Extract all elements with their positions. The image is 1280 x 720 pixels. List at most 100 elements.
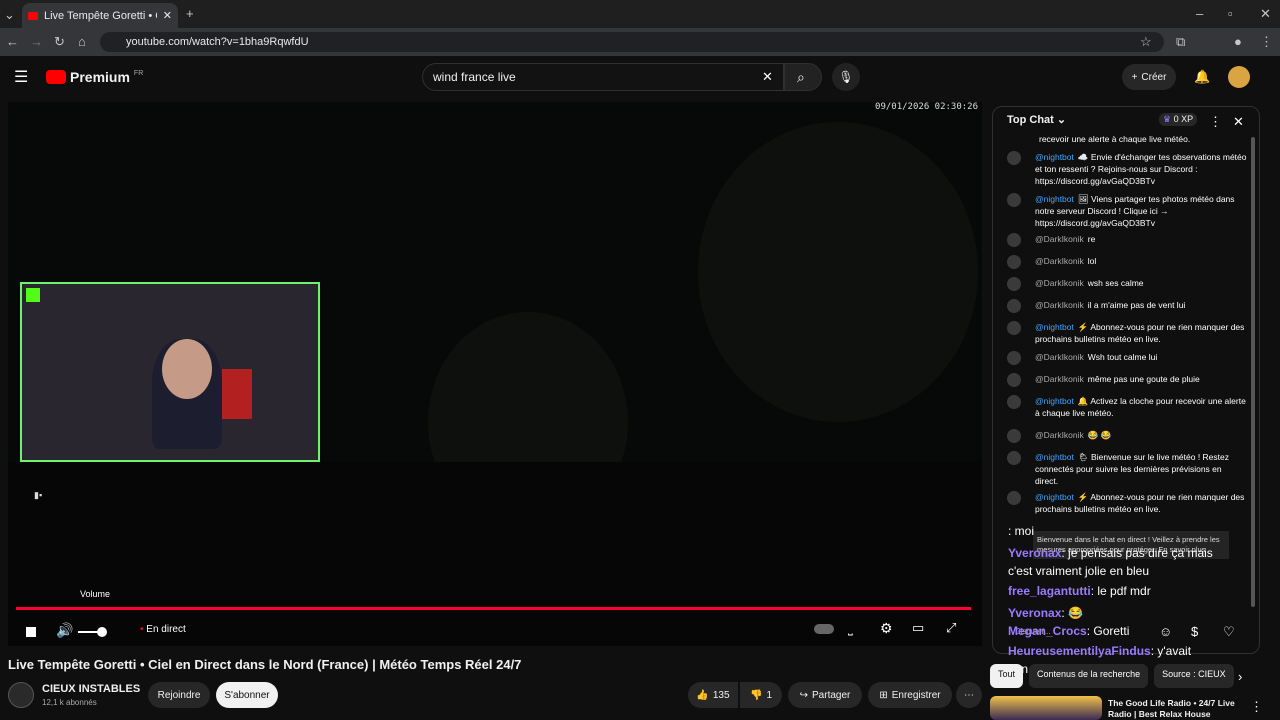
dislike-button[interactable]: 👎 1 <box>740 682 782 708</box>
like-count: 135 <box>712 689 730 701</box>
chat-message-body: recevoir une alerte à chaque live météo. <box>1035 133 1247 145</box>
stop-icon[interactable] <box>26 627 36 637</box>
tab-list-icon[interactable]: ⌄ <box>4 8 15 21</box>
user-avatar[interactable] <box>1007 351 1021 365</box>
create-label: Créer <box>1141 71 1167 83</box>
video-player[interactable]: 09/01/2026 02:30:26 ▮▪ Volume 🔊 • En dir… <box>8 102 982 646</box>
chat-message-body: @DarkIkonik lol <box>1035 255 1247 267</box>
more-actions-button[interactable]: ⋯ <box>956 682 982 708</box>
autoplay-toggle[interactable] <box>814 624 834 634</box>
overlay-author: Megan_Crocs <box>1008 624 1087 638</box>
save-button[interactable]: ⊞ Enregistrer <box>868 682 952 708</box>
avatar[interactable] <box>1228 66 1250 88</box>
chat-author[interactable]: @nightbot <box>1035 452 1074 462</box>
clear-search-icon[interactable]: ✕ <box>762 70 773 83</box>
reload-icon[interactable]: ↻ <box>54 35 65 48</box>
search-button[interactable]: ⌕ <box>784 63 822 91</box>
forward-icon[interactable]: → <box>30 35 43 48</box>
home-icon[interactable]: ⌂ <box>78 35 86 48</box>
notifications-bell-icon[interactable]: 🔔 <box>1194 70 1210 83</box>
chat-author[interactable]: @DarkIkonik <box>1035 352 1084 362</box>
volume-knob[interactable] <box>97 627 107 637</box>
chat-author[interactable]: @DarkIkonik <box>1035 300 1084 310</box>
user-avatar[interactable] <box>1007 255 1021 269</box>
theater-mode-icon[interactable]: ▭ <box>912 620 924 636</box>
extensions-icon[interactable]: ⧉ <box>1176 35 1185 48</box>
chips-next-icon[interactable]: › <box>1238 670 1242 683</box>
chat-message: @DarkIkonik re <box>1007 233 1247 247</box>
user-avatar[interactable] <box>1007 299 1021 313</box>
chat-options-icon[interactable]: ⋮ <box>1209 115 1222 128</box>
close-chat-icon[interactable]: ✕ <box>1233 115 1244 128</box>
chat-author[interactable]: @nightbot <box>1035 152 1074 162</box>
close-window-icon[interactable]: ✕ <box>1260 7 1271 20</box>
user-avatar[interactable] <box>1007 429 1021 443</box>
fullscreen-icon[interactable]: ⤢ <box>946 620 956 636</box>
xp-badge[interactable]: ♛ 0 XP <box>1159 113 1198 126</box>
browser-tab[interactable]: Live Tempête Goretti • Ciel en D ✕ <box>22 3 178 28</box>
chat-author[interactable]: @DarkIkonik <box>1035 430 1084 440</box>
youtube-logo[interactable]: Premium FR <box>46 69 143 85</box>
chat-mode-selector[interactable]: Top Chat ⌄ <box>1007 113 1066 126</box>
chat-text: recevoir une alerte à chaque live météo. <box>1039 134 1191 144</box>
user-avatar[interactable] <box>1007 233 1021 247</box>
live-indicator[interactable]: • En direct <box>140 624 186 635</box>
channel-name[interactable]: CIEUX INSTABLES <box>42 683 140 695</box>
back-icon[interactable]: ← <box>6 35 19 48</box>
filter-chip[interactable]: Source : CIEUX <box>1154 664 1234 688</box>
profile-icon[interactable]: ● <box>1234 35 1242 48</box>
subtitles-icon[interactable]: ⎵ <box>848 622 853 637</box>
chat-text: Wsh tout calme lui <box>1087 352 1158 362</box>
overlay-chat-line: free_lagantutti: le pdf mdr <box>1008 584 1151 598</box>
close-tab-icon[interactable]: ✕ <box>163 9 172 22</box>
bot-avatar[interactable] <box>1007 395 1021 409</box>
bot-avatar[interactable] <box>1007 451 1021 465</box>
chat-author[interactable]: @nightbot <box>1035 396 1074 406</box>
channel-avatar[interactable] <box>8 682 34 708</box>
chat-text: 😂 😂 <box>1087 430 1112 440</box>
chat-message-body: @DarkIkonik même pas une goute de pluie <box>1035 373 1247 385</box>
chat-message: @nightbot ☁️ Envie d'échanger tes observa… <box>1007 151 1247 187</box>
filter-chip[interactable]: Tout <box>990 664 1024 688</box>
volume-icon[interactable]: 🔊 <box>56 622 73 639</box>
bot-avatar[interactable] <box>1007 193 1021 207</box>
chat-message-body: @DarkIkonik wsh ses calme <box>1035 277 1247 289</box>
like-button[interactable]: 👍 135 <box>688 682 738 708</box>
url-field[interactable]: youtube.com/watch?v=1bha9RqwfdU <box>100 32 1164 52</box>
create-button[interactable]: + Créer <box>1122 64 1176 90</box>
recommended-thumbnail[interactable] <box>990 696 1102 720</box>
filter-chip[interactable]: Contenus de la recherche <box>1029 664 1149 688</box>
bookmark-star-icon[interactable]: ☆ <box>1140 35 1152 48</box>
recommended-title[interactable]: The Good Life Radio • 24/7 Live Radio | … <box>1108 698 1248 720</box>
join-button[interactable]: Rejoindre <box>148 682 210 708</box>
voice-search-button[interactable]: 🎙 <box>832 63 860 91</box>
progress-bar[interactable] <box>16 607 971 610</box>
bot-avatar[interactable] <box>1007 151 1021 165</box>
chat-author[interactable]: @nightbot <box>1035 322 1074 332</box>
region-code: FR <box>133 69 144 77</box>
volume-slider[interactable] <box>78 627 107 637</box>
chat-author[interactable]: @DarkIkonik <box>1035 374 1084 384</box>
browser-menu-icon[interactable]: ⋮ <box>1260 35 1273 48</box>
chat-author[interactable]: @DarkIkonik <box>1035 234 1084 244</box>
maximize-icon[interactable]: ▫ <box>1228 7 1233 20</box>
search-input[interactable]: wind france live <box>422 63 784 91</box>
minimize-icon[interactable]: – <box>1196 7 1203 20</box>
bot-avatar[interactable] <box>1007 321 1021 335</box>
recommended-more-icon[interactable]: ⋮ <box>1250 700 1263 713</box>
share-button[interactable]: ↪ Partager <box>788 682 862 708</box>
subscribe-button[interactable]: S'abonner <box>216 682 278 708</box>
overlay-chat-line: Yveronax: 😂 <box>1008 606 1083 620</box>
overlay-author: Yveronax <box>1008 546 1062 560</box>
chat-author[interactable]: @nightbot <box>1035 492 1074 502</box>
chat-author[interactable]: @DarkIkonik <box>1035 256 1084 266</box>
user-avatar[interactable] <box>1007 277 1021 291</box>
chat-author[interactable]: @DarkIkonik <box>1035 278 1084 288</box>
chat-author[interactable]: @nightbot <box>1035 194 1074 204</box>
user-avatar[interactable] <box>1007 373 1021 387</box>
new-tab-icon[interactable]: + <box>186 7 194 20</box>
menu-icon[interactable]: ☰ <box>14 70 28 86</box>
settings-gear-icon[interactable]: ⚙ <box>880 620 893 637</box>
bot-avatar[interactable] <box>1007 491 1021 505</box>
more-icon: ⋯ <box>964 689 974 701</box>
